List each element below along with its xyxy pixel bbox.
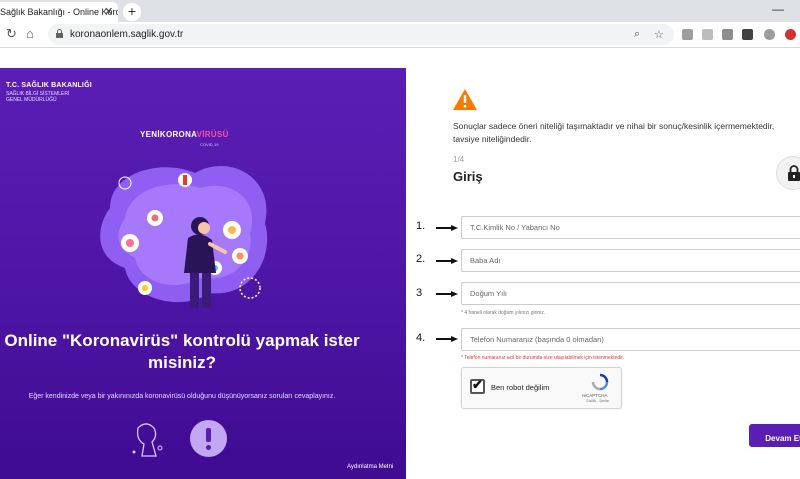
birth-year-hint: * 4 haneli olarak doğum yılınızı giriniz…: [461, 310, 546, 316]
lock-icon: [56, 29, 63, 38]
logo-part-1: YENİ: [140, 130, 160, 139]
birth-year-input[interactable]: [462, 283, 800, 304]
warning-icon: [453, 89, 477, 110]
org-subtitle: SAĞLIK BİLGİ SİSTEMLERİ GENEL MÜDÜRLÜĞÜ: [6, 91, 70, 103]
url-text: koronaonlem.saglik.gov.tr: [70, 29, 184, 40]
extension-code-icon[interactable]: [702, 29, 713, 40]
minimize-icon[interactable]: —: [772, 2, 784, 16]
field-number-1: 1.: [416, 220, 426, 232]
bookmark-star-icon[interactable]: ☆: [654, 28, 664, 41]
org-name: T.C. SAĞLIK BAKANLIĞI: [6, 82, 92, 89]
step-indicator: 1/4: [453, 155, 465, 164]
phone-input[interactable]: [462, 329, 800, 350]
home-icon[interactable]: ⌂: [26, 27, 34, 41]
arrow-right-icon: [436, 291, 458, 297]
extension-vpn-icon[interactable]: [764, 29, 775, 40]
recaptcha-links[interactable]: Gizlilik - Şartlar: [586, 399, 610, 403]
reload-icon[interactable]: ↻: [6, 27, 17, 41]
field-number-4: 4.: [416, 332, 426, 344]
browser-tab[interactable]: Sağlık Bakanlığı - Online Koro ✕: [0, 2, 118, 22]
recaptcha-checkbox[interactable]: ✔: [470, 377, 485, 394]
extension-wp-icon[interactable]: [742, 29, 753, 40]
logo-part-3: VİRÜSÜ: [196, 130, 229, 139]
close-icon[interactable]: ✕: [104, 6, 113, 18]
recaptcha-brand: reCAPTCHA: [582, 393, 608, 398]
phone-field[interactable]: [461, 328, 800, 351]
checkmark-icon: ✔: [472, 377, 483, 392]
tab-title: Sağlık Bakanlığı - Online Koro: [0, 7, 118, 17]
intro-panel: T.C. SAĞLIK BAKANLIĞI SAĞLIK BİLGİ SİSTE…: [0, 68, 406, 479]
logo-subtitle: COVID-19: [200, 142, 219, 147]
continue-button[interactable]: Devam Et: [749, 424, 800, 447]
logo-part-2: KORONA: [159, 130, 197, 139]
tc-id-input[interactable]: [462, 217, 800, 238]
headline: Online "Koronavirüs" kontrolü yapmak ist…: [4, 331, 360, 372]
father-name-input[interactable]: [462, 250, 800, 271]
arrow-right-icon: [436, 258, 458, 264]
privacy-notice-link[interactable]: Aydınlatma Metni: [347, 464, 393, 470]
extension-shield-icon[interactable]: [682, 29, 693, 40]
coughing-person-icon: [132, 423, 163, 457]
sick-person-illustration: [100, 166, 268, 308]
lock-badge: [776, 156, 800, 190]
tc-id-field[interactable]: [461, 216, 800, 239]
new-tab-button[interactable]: +: [123, 3, 141, 21]
browser-toolbar: ↻ ⌂ koronaonlem.saglik.gov.tr ⌕ ☆: [0, 22, 800, 48]
form-title: Giriş: [453, 169, 483, 184]
extension-cast-icon[interactable]: [722, 29, 733, 40]
exclamation-icon: [190, 420, 227, 457]
arrow-right-icon: [436, 336, 458, 342]
birth-year-field[interactable]: [461, 282, 800, 305]
field-number-2: 2.: [416, 253, 426, 265]
field-number-3: 3: [416, 287, 423, 299]
disclaimer-text: Sonuçlar sadece öneri niteliği taşımakta…: [453, 121, 775, 144]
father-name-field[interactable]: [461, 249, 800, 272]
extension-s-icon[interactable]: [785, 29, 796, 40]
recaptcha-widget: ✔ Ben robot değilim reCAPTCHA Gizlilik -…: [461, 367, 622, 409]
zoom-icon[interactable]: ⌕: [634, 28, 640, 41]
padlock-icon: [788, 165, 800, 181]
intro-description: Eğer kendinizde veya bir yakınınızda kor…: [28, 393, 336, 400]
campaign-logo: YENİKORONAVİRÜSÜ: [140, 130, 229, 139]
browser-tab-bar: Sağlık Bakanlığı - Online Koro ✕ + —: [0, 0, 800, 22]
address-bar[interactable]: koronaonlem.saglik.gov.tr ⌕ ☆: [48, 24, 674, 45]
form-panel: Sonuçlar sadece öneri niteliği taşımakta…: [406, 68, 800, 479]
arrow-right-icon: [436, 225, 458, 231]
recaptcha-logo-icon: [591, 373, 609, 391]
phone-hint: * Telefon numaranız acil bir durumda siz…: [461, 355, 625, 361]
recaptcha-label: Ben robot değilim: [491, 383, 550, 392]
